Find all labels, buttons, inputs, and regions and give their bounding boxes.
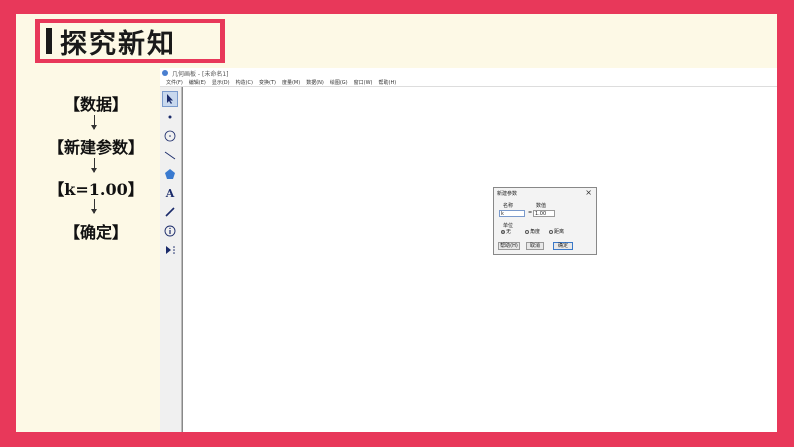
app-titlebar: 几何画板 - [未命名1]: [160, 68, 777, 78]
down-arrow-icon: [91, 115, 97, 130]
down-arrow-icon: [91, 199, 97, 214]
menu-transform[interactable]: 变换(T): [259, 79, 276, 86]
value-field[interactable]: 1.00: [533, 210, 555, 217]
geometry-sketchpad-window: 几何画板 - [未命名1] 文件(F) 编辑(E) 显示(D) 构造(C) 变换…: [160, 68, 777, 432]
slide: 探究新知 【数据】 【新建参数】 【k=1.00】 【确定】 几何画板 - [未…: [16, 14, 777, 432]
menu-window[interactable]: 窗口(W): [354, 79, 373, 86]
title-bar-decoration: [46, 28, 52, 54]
step-new-parameter: 【新建参数】: [47, 138, 144, 157]
ok-button[interactable]: 确定: [553, 242, 573, 250]
compass-tool-icon[interactable]: [162, 128, 178, 144]
title-banner: 探究新知: [35, 19, 225, 63]
step-k-value: 【k=1.00】: [48, 180, 144, 199]
unit-distance-radio[interactable]: 距离: [549, 228, 564, 235]
line-tool-icon[interactable]: [162, 147, 178, 163]
menu-edit[interactable]: 编辑(E): [189, 79, 206, 86]
polygon-tool-icon[interactable]: [162, 166, 178, 182]
app-title: 几何画板 - [未命名1]: [172, 70, 229, 78]
select-arrow-icon[interactable]: [162, 91, 178, 107]
info-tool-icon[interactable]: [162, 223, 178, 239]
equals-sign: =: [528, 210, 533, 216]
text-tool-icon[interactable]: A: [162, 185, 178, 201]
new-parameter-dialog: 新建参数 × 名称 数值 k = 1.00 单位 无 角度 距离 帮助(H) 取…: [493, 187, 597, 255]
point-tool-icon[interactable]: [162, 109, 178, 125]
close-icon[interactable]: ×: [585, 188, 592, 197]
tool-panel: A: [160, 87, 182, 432]
slide-title: 探究新知: [60, 28, 176, 60]
marker-tool-icon[interactable]: [162, 204, 178, 220]
menu-graph[interactable]: 绘图(G): [330, 79, 348, 86]
menu-data[interactable]: 数据(N): [306, 79, 324, 86]
unit-angle-radio[interactable]: 角度: [525, 228, 540, 235]
step-confirm: 【确定】: [63, 223, 128, 242]
dialog-title: 新建参数: [497, 191, 518, 197]
name-field[interactable]: k: [499, 210, 525, 217]
menu-bar: 文件(F) 编辑(E) 显示(D) 构造(C) 变换(T) 度量(M) 数据(N…: [160, 78, 777, 87]
step-data: 【数据】: [63, 95, 128, 114]
cancel-button[interactable]: 取消: [526, 242, 544, 250]
down-arrow-icon: [91, 158, 97, 173]
value-label: 数值: [536, 203, 547, 209]
sketch-canvas[interactable]: [182, 87, 777, 432]
app-logo-icon: [162, 70, 168, 76]
menu-construct[interactable]: 构造(C): [236, 79, 253, 86]
help-button[interactable]: 帮助(H): [498, 242, 520, 250]
custom-tool-icon[interactable]: [162, 242, 178, 258]
name-label: 名称: [503, 203, 514, 209]
menu-display[interactable]: 显示(D): [212, 79, 230, 86]
menu-file[interactable]: 文件(F): [166, 79, 183, 86]
menu-measure[interactable]: 度量(M): [282, 79, 300, 86]
unit-none-radio[interactable]: 无: [501, 228, 511, 235]
menu-help[interactable]: 帮助(H): [379, 79, 397, 86]
